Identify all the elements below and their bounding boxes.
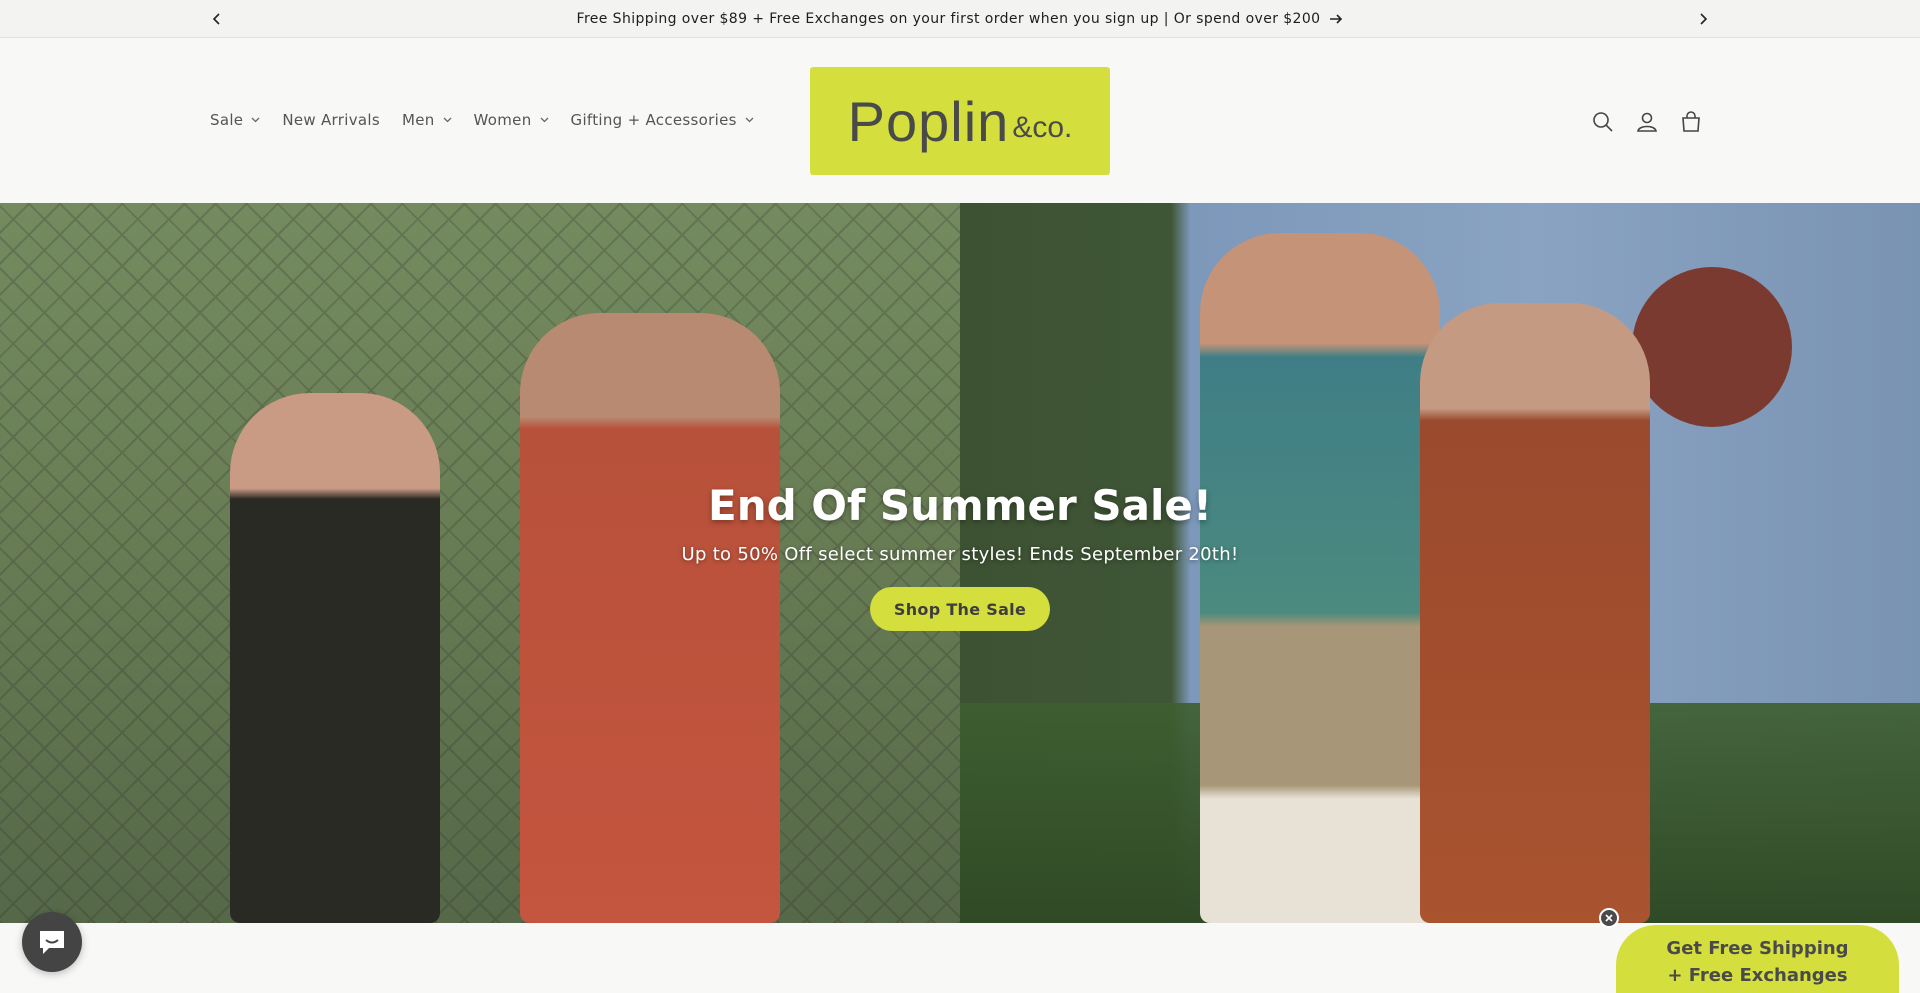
nav-item-new-arrivals[interactable]: New Arrivals <box>282 111 380 129</box>
promo-line-2: + Free Exchanges <box>1667 965 1848 986</box>
account-icon <box>1637 112 1657 132</box>
chat-button[interactable] <box>22 912 82 972</box>
chevron-down-icon <box>443 117 452 123</box>
hero-banner: End Of Summer Sale! Up to 50% Off select… <box>0 203 1920 923</box>
search-icon <box>1593 112 1613 132</box>
announcement-bar: Free Shipping over $89 + Free Exchanges … <box>0 0 1920 38</box>
close-icon <box>1605 914 1613 922</box>
nav-item-label: Men <box>401 111 435 129</box>
nav-item-gifting-accessories[interactable]: Gifting + Accessories <box>571 111 754 129</box>
nav-item-women[interactable]: Women <box>474 111 549 129</box>
chat-icon <box>40 931 64 954</box>
announcement-text: Free Shipping over $89 + Free Exchanges … <box>576 11 1321 27</box>
chevron-right-icon <box>1700 13 1708 25</box>
promo-close-button[interactable] <box>1599 908 1619 928</box>
hero-subtitle: Up to 50% Off select summer styles! Ends… <box>681 544 1239 565</box>
main-nav: Sale New Arrivals Men Women Gifting + Ac… <box>210 111 776 129</box>
free-shipping-promo[interactable]: Get Free Shipping + Free Exchanges <box>1616 925 1899 993</box>
chevron-down-icon <box>251 117 260 123</box>
nav-item-men[interactable]: Men <box>402 111 452 129</box>
cart-icon <box>1682 111 1700 132</box>
nav-item-label: Gifting + Accessories <box>570 111 737 129</box>
nav-item-label: New Arrivals <box>282 111 380 129</box>
hero-title: End Of Summer Sale! <box>708 481 1212 530</box>
logo-main-text: Poplin <box>847 89 1010 153</box>
announcement-message[interactable]: Free Shipping over $89 + Free Exchanges … <box>0 0 1920 38</box>
nav-item-sale[interactable]: Sale <box>210 111 260 129</box>
header-icons <box>1590 109 1722 135</box>
chevron-down-icon <box>540 117 549 123</box>
announcement-next-button[interactable] <box>1692 8 1714 30</box>
nav-item-label: Women <box>473 111 532 129</box>
arrow-right-icon <box>1329 13 1343 25</box>
nav-item-label: Sale <box>210 111 244 129</box>
site-logo[interactable]: Poplin &co. <box>810 67 1110 175</box>
chevron-down-icon <box>745 117 754 123</box>
site-header: Sale New Arrivals Men Women Gifting + Ac… <box>0 39 1920 203</box>
promo-line-1: Get Free Shipping <box>1666 938 1849 959</box>
shop-the-sale-button[interactable]: Shop The Sale <box>870 587 1050 631</box>
hero-content: End Of Summer Sale! Up to 50% Off select… <box>0 203 1920 923</box>
search-button[interactable] <box>1590 109 1616 135</box>
logo-sub-text: &co. <box>1012 111 1073 144</box>
cart-button[interactable] <box>1678 109 1704 135</box>
account-button[interactable] <box>1634 109 1660 135</box>
